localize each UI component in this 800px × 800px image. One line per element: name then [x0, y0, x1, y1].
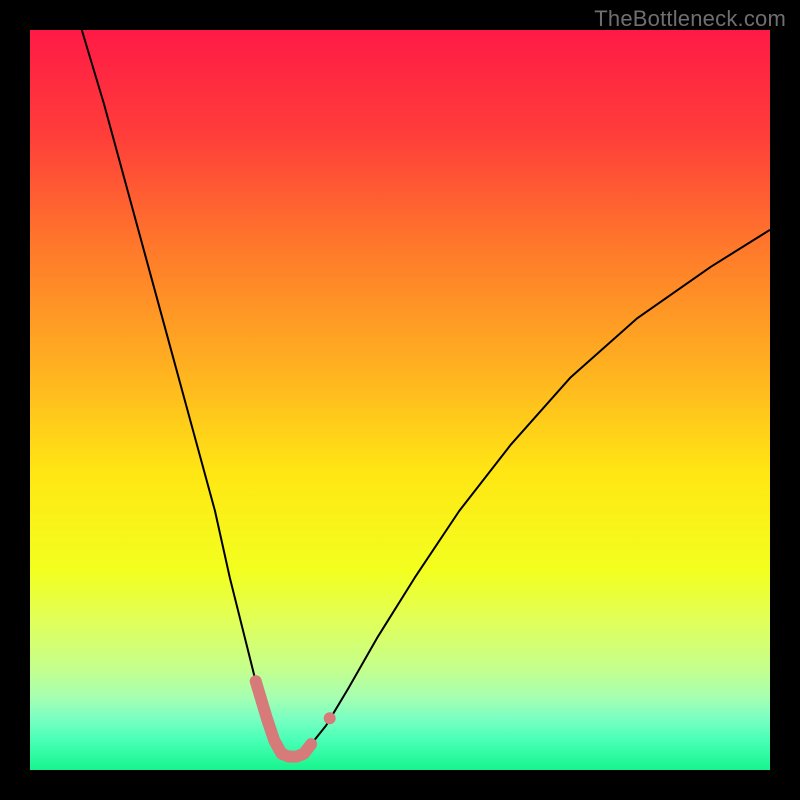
- bottleneck-curve: [82, 30, 770, 757]
- watermark-text: TheBottleneck.com: [594, 6, 786, 32]
- highlight-trough: [256, 681, 312, 756]
- plot-area: [30, 30, 770, 770]
- chart-frame: TheBottleneck.com: [0, 0, 800, 800]
- curve-layer: [30, 30, 770, 770]
- highlight-dot: [324, 712, 336, 724]
